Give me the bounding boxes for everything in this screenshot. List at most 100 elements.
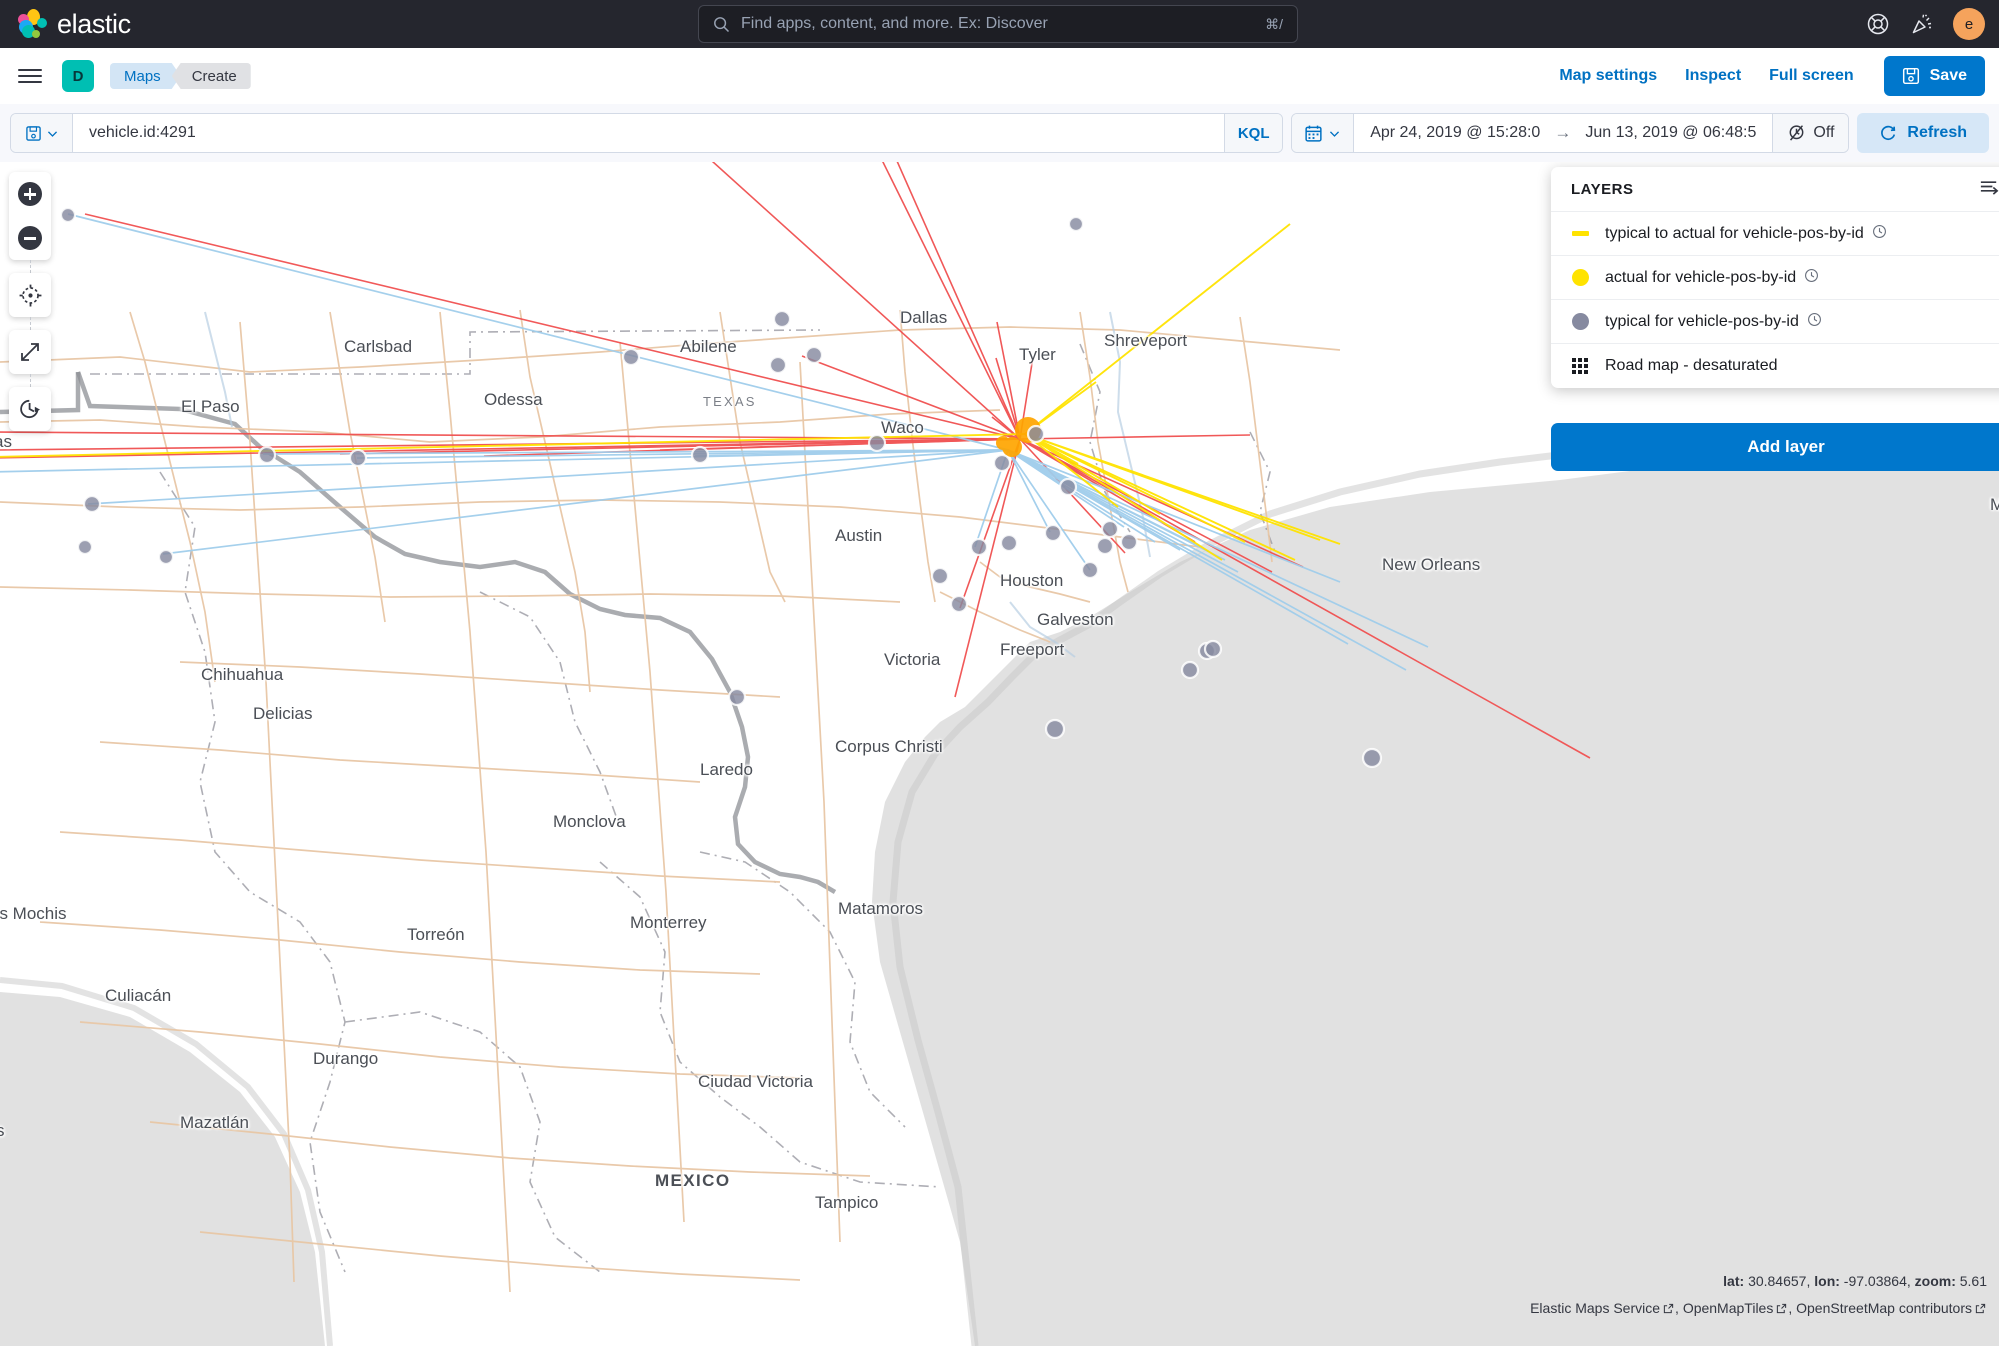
refresh-interval-label: Off (1813, 124, 1835, 141)
typical-points (59, 206, 1383, 769)
chevron-down-icon (1330, 130, 1340, 137)
app-actions: Map settings Inspect Full screen Save (1559, 48, 1985, 104)
control-divider (30, 374, 31, 387)
clock-icon (1804, 268, 1819, 288)
save-button[interactable]: Save (1883, 56, 1985, 96)
date-start[interactable]: Apr 24, 2019 @ 15:28:0 (1370, 124, 1540, 142)
date-end[interactable]: Jun 13, 2019 @ 06:48:5 (1585, 124, 1756, 142)
layers-panel: LAYERS typical to actual for vehicle-pos… (1551, 167, 1999, 388)
locate-me-button[interactable] (9, 273, 51, 317)
anomaly-lines (0, 162, 1591, 759)
clock-play-icon (9, 387, 51, 431)
global-search-placeholder: Find apps, content, and more. Ex: Discov… (741, 15, 1048, 32)
map-canvas[interactable]: Carlsbad Abilene Dallas Tyler Shreveport Odes… (0, 162, 1999, 1346)
breadcrumb-item-create[interactable]: Create (171, 63, 251, 89)
query-bar: vehicle.id:4291 KQL Apr 24, 2019 @ 15:28… (0, 104, 1999, 162)
layer-label-text: Road map - desaturated (1605, 357, 1778, 374)
brand-name: elastic (57, 8, 131, 39)
layer-label-text: typical to actual for vehicle-pos-by-id (1605, 224, 1864, 242)
search-input[interactable]: vehicle.id:4291 (73, 114, 1224, 152)
zoom-label: zoom: (1914, 1273, 1956, 1289)
zoom-in-button[interactable] (9, 172, 51, 216)
zoom-controls (9, 172, 51, 260)
collapse-arrow-icon[interactable] (1978, 175, 1999, 203)
saved-query-icon (25, 125, 41, 141)
lat-value: 30.84657 (1748, 1273, 1807, 1289)
layer-item-typical-to-actual[interactable]: typical to actual for vehicle-pos-by-id (1551, 212, 1999, 256)
external-link-icon (1663, 1303, 1674, 1314)
global-search-input[interactable]: Find apps, content, and more. Ex: Discov… (698, 5, 1298, 43)
layer-symbol-grid-icon (1571, 358, 1589, 374)
refresh-interval-button[interactable]: Off (1772, 114, 1849, 152)
query-language-button[interactable]: KQL (1224, 114, 1283, 152)
save-icon (1902, 67, 1919, 85)
chevron-down-icon (47, 130, 57, 137)
save-button-label: Save (1929, 67, 1967, 84)
layer-label: Road map - desaturated (1605, 357, 1778, 375)
announcements-icon[interactable] (1909, 11, 1935, 37)
help-icon[interactable] (1865, 11, 1891, 37)
application-header: D Maps Create Map settings Inspect Full … (0, 48, 1999, 104)
control-divider (30, 317, 31, 330)
breadcrumb-item-maps[interactable]: Maps (110, 63, 181, 89)
add-layer-button[interactable]: Add layer (1551, 423, 1999, 471)
layer-symbol-dot-icon (1571, 269, 1589, 286)
attribution-links: Elastic Maps Service, OpenMapTiles, Open… (1530, 1300, 1987, 1316)
external-link-icon (1777, 1303, 1787, 1314)
layer-item-actual[interactable]: actual for vehicle-pos-by-id (1551, 256, 1999, 300)
layer-label: typical to actual for vehicle-pos-by-id (1605, 224, 1887, 244)
date-range-arrow-icon: → (1554, 123, 1572, 142)
clock-icon (1872, 224, 1887, 244)
clock-off-icon (1789, 124, 1804, 141)
layer-label: typical for vehicle-pos-by-id (1605, 312, 1822, 332)
zoom-value: 5.61 (1959, 1273, 1987, 1289)
top-nav-actions: e (1865, 0, 1985, 48)
layer-label-text: typical for vehicle-pos-by-id (1605, 312, 1799, 330)
date-quick-select-button[interactable] (1292, 114, 1355, 152)
refresh-icon (1881, 125, 1896, 141)
user-avatar[interactable]: e (1953, 8, 1985, 40)
inspect-button[interactable]: Inspect (1685, 67, 1741, 85)
date-picker-group: Apr 24, 2019 @ 15:28:0 → Jun 13, 2019 @ … (1291, 113, 1850, 153)
refresh-button-label: Refresh (1907, 124, 1967, 141)
lon-value: -97.03864 (1843, 1273, 1907, 1289)
elastic-logo-icon (16, 9, 47, 39)
space-avatar[interactable]: D (62, 60, 94, 92)
saved-query-button[interactable] (11, 114, 73, 152)
timeslider-button[interactable] (9, 387, 51, 431)
attribution-link-ems[interactable]: Elastic Maps Service (1530, 1300, 1660, 1316)
lon-label: lon: (1814, 1273, 1840, 1289)
attribution-link-osm[interactable]: OpenStreetMap contributors (1796, 1300, 1972, 1316)
query-input-group: vehicle.id:4291 KQL (10, 113, 1284, 153)
calendar-icon (1305, 125, 1322, 142)
layer-item-typical[interactable]: typical for vehicle-pos-by-id (1551, 300, 1999, 344)
layer-label: actual for vehicle-pos-by-id (1605, 268, 1819, 288)
expand-icon (9, 330, 51, 374)
layers-panel-header: LAYERS (1551, 167, 1999, 212)
fit-to-data-button[interactable] (9, 330, 51, 374)
map-settings-button[interactable]: Map settings (1559, 67, 1657, 85)
layer-symbol-dot-icon (1571, 313, 1589, 330)
main-menu-button[interactable] (14, 60, 46, 92)
layer-item-road-map[interactable]: Road map - desaturated (1551, 344, 1999, 388)
control-divider (30, 260, 31, 273)
search-shortcut-hint: ⌘/ (1265, 15, 1283, 32)
map-attribution: lat: 30.84657, lon: -97.03864, zoom: 5.6… (1530, 1273, 1987, 1316)
external-link-icon (1975, 1303, 1986, 1314)
full-screen-button[interactable]: Full screen (1769, 67, 1853, 85)
layers-panel-title: LAYERS (1571, 180, 1634, 198)
zoom-out-button[interactable] (9, 216, 51, 260)
map-controls (9, 172, 51, 431)
lat-label: lat: (1723, 1273, 1745, 1289)
crosshair-icon (9, 273, 51, 317)
elastic-brand[interactable]: elastic (0, 9, 131, 40)
refresh-button[interactable]: Refresh (1857, 113, 1989, 153)
date-range-display[interactable]: Apr 24, 2019 @ 15:28:0 → Jun 13, 2019 @ … (1354, 114, 1772, 152)
map-coordinates: lat: 30.84657, lon: -97.03864, zoom: 5.6… (1723, 1273, 1987, 1289)
layer-symbol-line-icon (1571, 231, 1589, 236)
attribution-link-omt[interactable]: OpenMapTiles (1683, 1300, 1774, 1316)
search-icon (714, 16, 730, 32)
layer-label-text: actual for vehicle-pos-by-id (1605, 268, 1797, 286)
top-navigation-bar: elastic Find apps, content, and more. Ex… (0, 0, 1999, 48)
clock-icon (1807, 312, 1822, 332)
